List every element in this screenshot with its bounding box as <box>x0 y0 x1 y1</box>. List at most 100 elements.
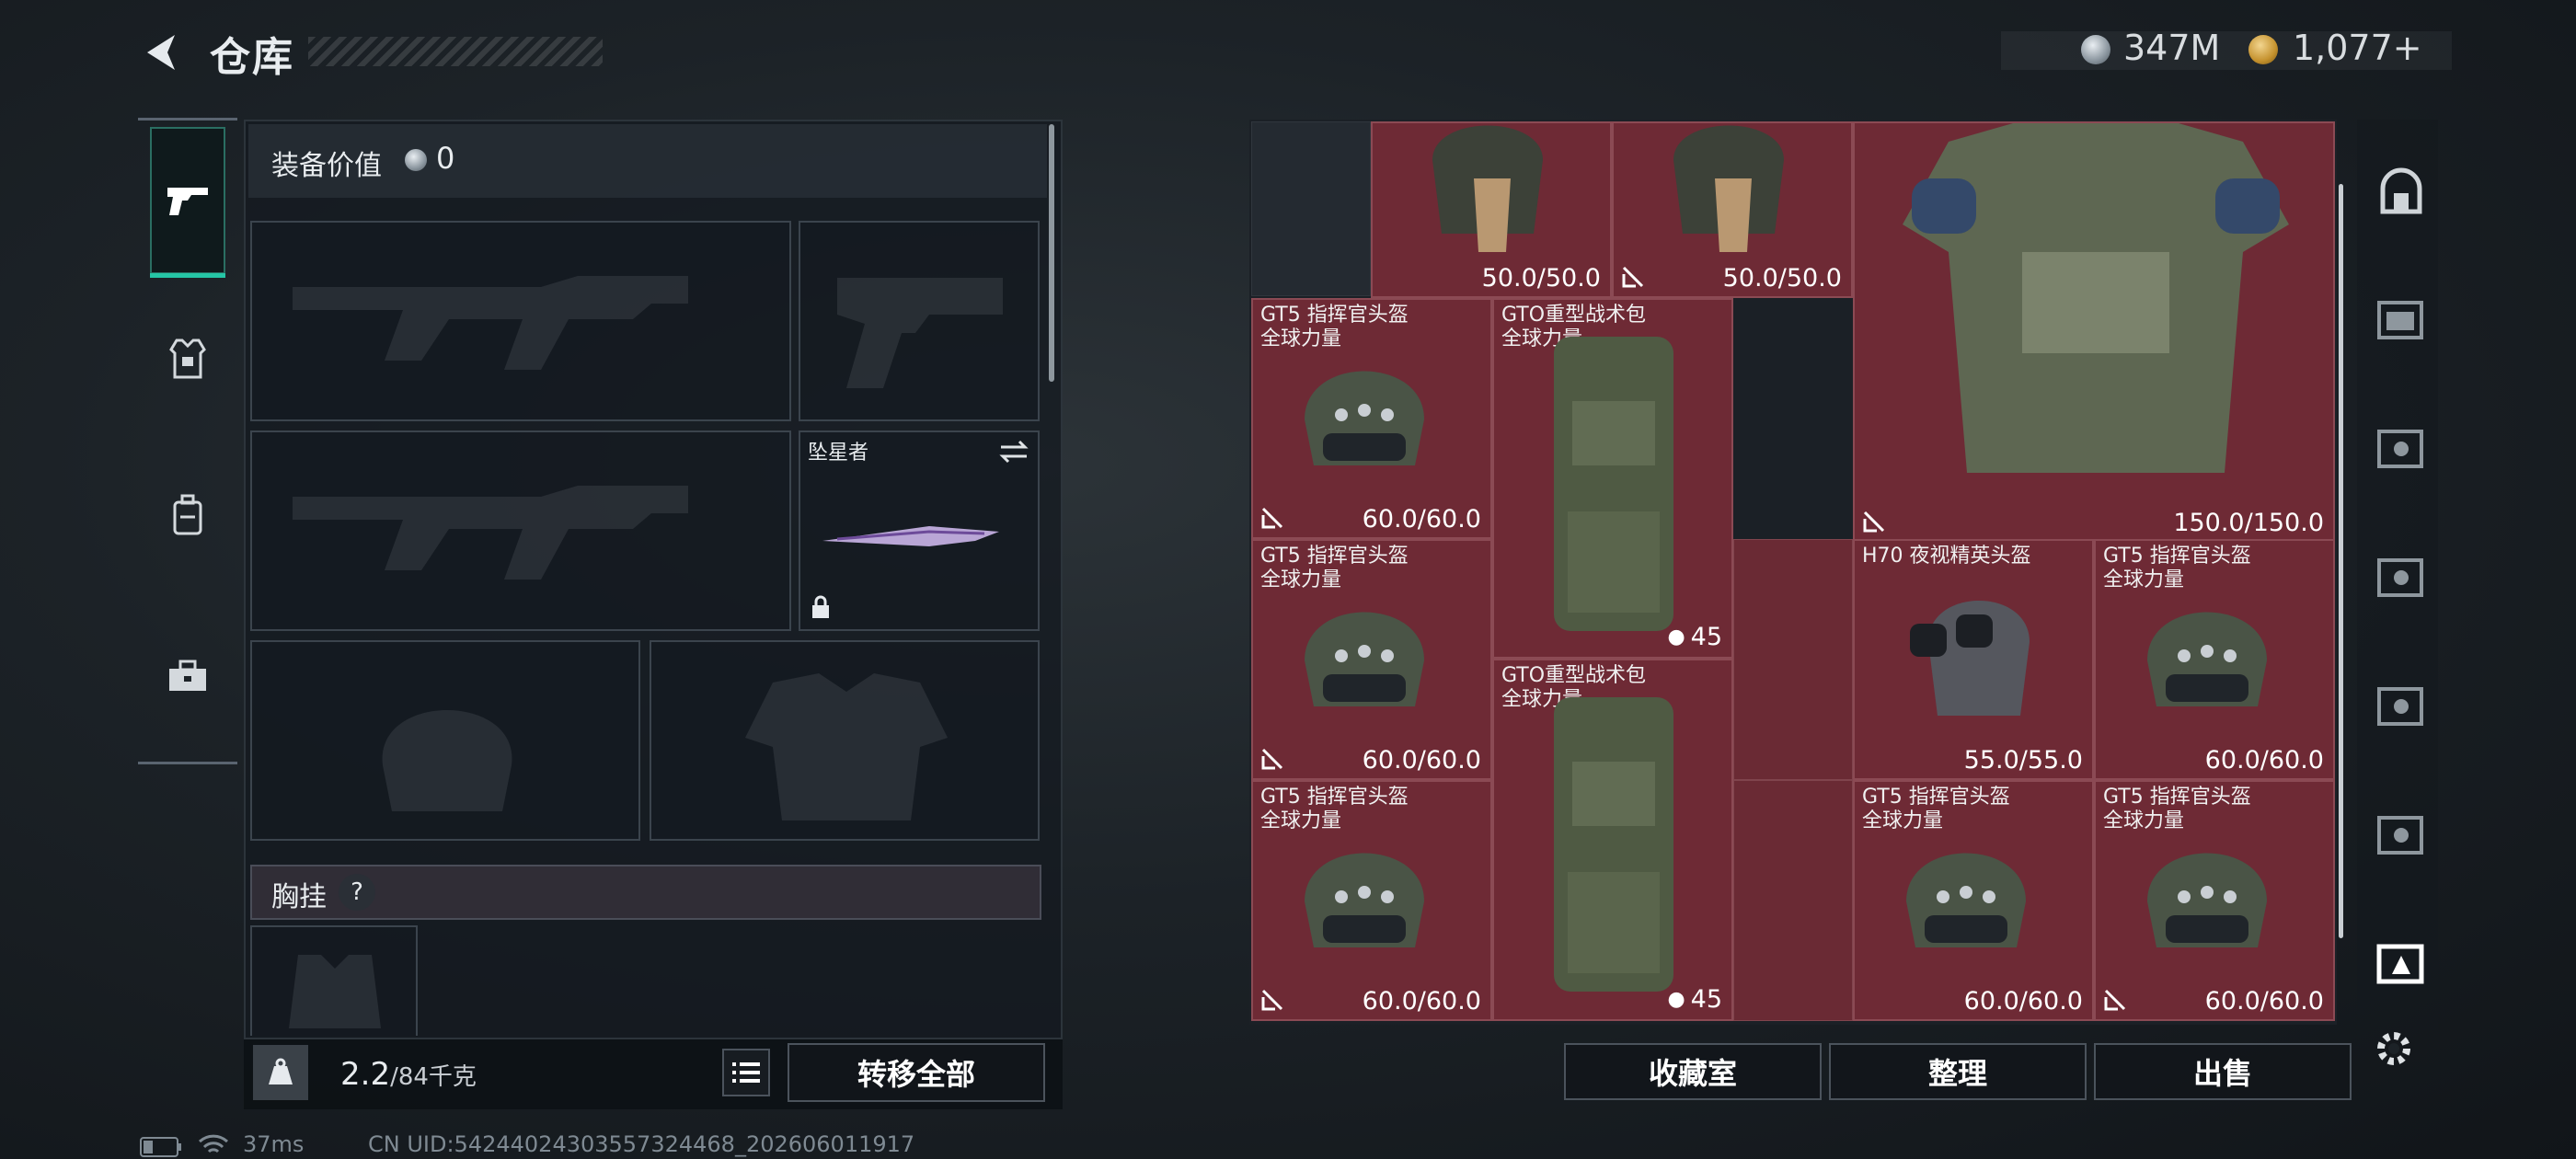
lock-icon <box>1261 989 1283 1011</box>
sell-button[interactable]: 出售 <box>2094 1043 2352 1100</box>
chest-rig-slot[interactable] <box>250 925 418 1036</box>
empty-cell[interactable] <box>1251 121 1371 296</box>
equipment-value: 0 <box>436 141 455 176</box>
warehouse-item-helmet[interactable]: 50.0/50.0 <box>1612 121 1853 298</box>
item-name-line: GT5 指挥官头盔 <box>2103 545 2251 568</box>
empty-cell[interactable] <box>1733 539 1853 780</box>
night-vision-helmet-icon <box>1910 601 2030 716</box>
item-name: GT5 指挥官头盔 全球力量 <box>2103 545 2251 592</box>
storage-box-icon[interactable] <box>2374 419 2429 474</box>
lock-icon <box>812 595 829 618</box>
safe-icon[interactable] <box>2374 166 2429 221</box>
storage-box-icon[interactable] <box>2374 290 2429 345</box>
warehouse-item-helmet[interactable]: GT5 指挥官头盔 全球力量 60.0/60.0 <box>2094 539 2335 780</box>
swap-icon[interactable] <box>997 438 1030 465</box>
item-name: GT5 指挥官头盔 全球力量 <box>1260 545 1409 592</box>
lock-icon <box>2104 989 2126 1011</box>
chest-rig-silhouette-icon <box>289 955 381 1028</box>
item-name-line: GTO重型战术包 <box>1501 304 1647 327</box>
weight-icon: ● <box>1667 625 1685 648</box>
collection-room-button[interactable]: 收藏室 <box>1564 1043 1822 1100</box>
premium-coin-icon <box>2248 35 2278 64</box>
item-name: GT5 指挥官头盔 全球力量 <box>1862 786 2010 833</box>
sort-button[interactable]: 整理 <box>1829 1043 2087 1100</box>
tabbar-bottom-line <box>138 762 237 764</box>
warehouse-item-helmet[interactable]: GT5 指挥官头盔 全球力量 60.0/60.0 <box>2094 780 2335 1021</box>
user-uid: CN UID:54244024303557324468_202606011917 <box>368 1131 915 1157</box>
back-arrow-icon[interactable] <box>138 29 184 75</box>
primary-weapon-slot-1[interactable] <box>250 221 791 421</box>
lock-icon <box>1261 507 1283 529</box>
premium-balance-value: 1,077 <box>2293 28 2393 68</box>
body-armor-icon <box>1903 123 2289 473</box>
pistol-icon <box>167 188 208 215</box>
item-durability: 60.0/60.0 <box>1362 505 1481 534</box>
helmet-icon <box>1305 612 1424 706</box>
warehouse-scrollbar[interactable] <box>2339 184 2343 938</box>
storage-box-icon[interactable] <box>2374 676 2429 731</box>
helmet-icon <box>1305 371 1424 465</box>
wifi-icon <box>198 1134 229 1153</box>
warehouse-item-nv-helmet[interactable]: H70 夜视精英头盔 55.0/55.0 <box>1853 539 2094 780</box>
tab-backpack[interactable] <box>150 442 225 589</box>
sidearm-slot[interactable] <box>799 221 1040 421</box>
item-durability: 60.0/60.0 <box>2204 746 2324 775</box>
premium-plus[interactable]: + <box>2393 28 2422 68</box>
item-name-line: GTO重型战术包 <box>1501 664 1647 687</box>
helmet-icon <box>2147 853 2267 947</box>
storage-box-icon[interactable] <box>2374 547 2429 602</box>
armor-silhouette-icon <box>745 673 948 820</box>
helmet-slot[interactable] <box>250 640 640 841</box>
warehouse-item-helmet[interactable]: GT5 指挥官头盔 全球力量 60.0/60.0 <box>1251 539 1492 780</box>
warehouse-item-backpack[interactable]: GTO重型战术包 全球力量 ● 45 <box>1492 659 1733 1021</box>
item-durability: 55.0/55.0 <box>1963 746 2083 775</box>
battery-icon <box>140 1137 181 1157</box>
weight-current: 2.2 <box>340 1056 391 1093</box>
backpack-icon <box>1554 697 1673 992</box>
coin-balance: 347M <box>2123 28 2221 68</box>
armor-vest-icon <box>169 339 206 379</box>
ping-readout: 37ms <box>243 1131 305 1157</box>
item-durability: 60.0/60.0 <box>2204 987 2324 1016</box>
tab-weapons[interactable] <box>150 127 225 278</box>
primary-weapon-slot-2[interactable] <box>250 430 791 631</box>
premium-balance[interactable]: 1,077+ <box>2293 28 2422 68</box>
item-durability: 60.0/60.0 <box>1362 987 1481 1016</box>
settings-gear-icon[interactable] <box>2372 1027 2416 1071</box>
melee-slot[interactable]: 坠星者 <box>799 430 1040 631</box>
item-durability: 60.0/60.0 <box>1362 746 1481 775</box>
storage-box-icon[interactable] <box>2374 805 2429 860</box>
tabbar-top-line <box>138 118 237 120</box>
body-armor-slot[interactable] <box>650 640 1040 841</box>
item-name: H70 夜视精英头盔 <box>1862 545 2031 568</box>
warehouse-item-helmet[interactable]: GT5 指挥官头盔 全球力量 60.0/60.0 <box>1251 298 1492 539</box>
item-durability: 50.0/50.0 <box>1481 264 1601 293</box>
tab-armor[interactable] <box>150 285 225 432</box>
warehouse-item-backpack[interactable]: GTO重型战术包 全球力量 ● 45 <box>1492 298 1733 659</box>
storage-box-icon-active[interactable] <box>2374 934 2429 989</box>
list-view-button[interactable] <box>722 1049 770 1096</box>
empty-cell[interactable] <box>1733 780 1853 1021</box>
item-count: ● 45 <box>1667 985 1722 1014</box>
list-icon <box>732 1062 760 1083</box>
helmet-icon <box>1906 853 2026 947</box>
item-name-line: H70 夜视精英头盔 <box>1862 545 2031 568</box>
weight-icon: ● <box>1667 988 1685 1011</box>
page-title: 仓库 <box>210 34 294 81</box>
warehouse-item-helmet[interactable]: 50.0/50.0 <box>1371 121 1612 298</box>
warehouse-item-helmet[interactable]: GT5 指挥官头盔 全球力量 60.0/60.0 <box>1251 780 1492 1021</box>
backpack-icon <box>173 494 202 535</box>
weight-max: /84千克 <box>390 1063 477 1091</box>
item-name-line: GT5 指挥官头盔 <box>1260 304 1409 327</box>
transfer-all-button[interactable]: 转移全部 <box>788 1043 1045 1102</box>
tab-tools[interactable] <box>150 602 225 750</box>
warehouse-item-body-armor[interactable]: 150.0/150.0 <box>1853 121 2335 543</box>
panel-scrollbar[interactable] <box>1049 124 1054 382</box>
warehouse-item-helmet[interactable]: GT5 指挥官头盔 全球力量 60.0/60.0 <box>1853 780 2094 1021</box>
item-name-line: GT5 指挥官头盔 <box>1260 786 1409 809</box>
weight-icon <box>269 1058 293 1084</box>
item-name: GT5 指挥官头盔 全球力量 <box>1260 786 1409 833</box>
knife-icon <box>822 526 999 546</box>
item-name-line: GT5 指挥官头盔 <box>1862 786 2010 809</box>
help-button[interactable]: ? <box>339 874 375 911</box>
